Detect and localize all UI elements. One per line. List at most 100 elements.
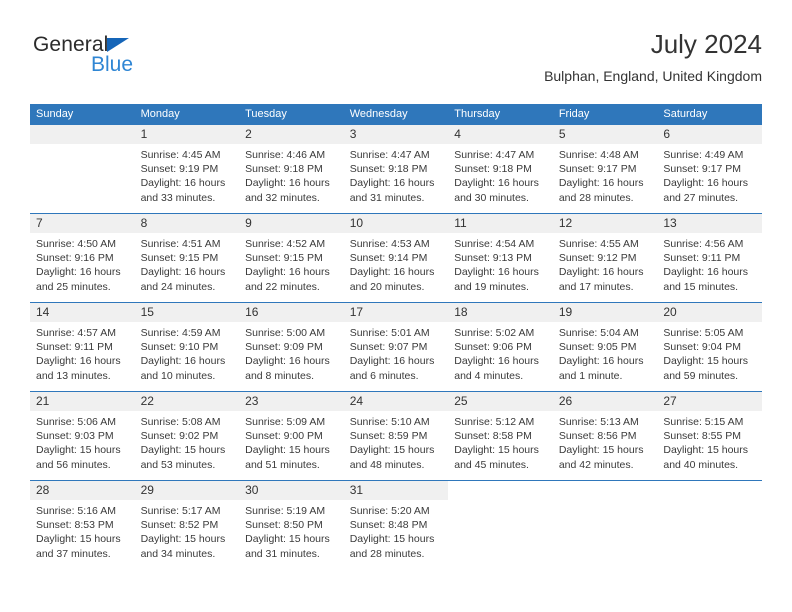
day-info: Sunrise: 5:09 AM Sunset: 9:00 PM Dayligh… [239,411,344,472]
day-number: 14 [30,303,135,322]
day-cell[interactable]: 6 Sunrise: 4:49 AM Sunset: 9:17 PM Dayli… [657,125,762,214]
page-header: General Blue July 2024 Bulphan, England,… [30,28,762,90]
sunrise-text: Sunrise: 4:48 AM [558,149,639,161]
day-cell[interactable]: 19 Sunrise: 5:04 AM Sunset: 9:05 PM Dayl… [552,302,658,392]
day-cell[interactable]: 12 Sunrise: 4:55 AM Sunset: 9:12 PM Dayl… [552,213,658,303]
day-cell[interactable]: 26 Sunrise: 5:13 AM Sunset: 8:56 PM Dayl… [552,391,658,481]
day-cell[interactable]: 1 Sunrise: 4:45 AM Sunset: 9:19 PM Dayli… [134,125,240,214]
daylight-text-line1: Daylight: 16 hours [454,266,539,279]
sunrise-text: Sunrise: 4:56 AM [663,238,744,250]
sunset-text: Sunset: 9:07 PM [349,341,428,354]
day-cell[interactable]: 9 Sunrise: 4:52 AM Sunset: 9:15 PM Dayli… [239,213,344,303]
daylight-text-line2: and 28 minutes. [349,547,425,560]
sunrise-text: Sunrise: 4:54 AM [454,238,535,250]
sunset-text: Sunset: 9:16 PM [36,252,114,265]
day-cell[interactable]: 20 Sunrise: 5:05 AM Sunset: 9:04 PM Dayl… [657,302,762,392]
day-cell[interactable]: 5 Sunrise: 4:48 AM Sunset: 9:17 PM Dayli… [552,125,658,214]
sunrise-text: Sunrise: 4:49 AM [663,149,744,161]
day-cell[interactable] [448,480,553,569]
sunset-text: Sunset: 8:55 PM [663,430,742,443]
day-info: Sunrise: 5:08 AM Sunset: 9:02 PM Dayligh… [135,411,240,472]
day-cell[interactable]: 27 Sunrise: 5:15 AM Sunset: 8:55 PM Dayl… [657,391,762,481]
sunrise-text: Sunrise: 5:19 AM [245,505,326,517]
daylight-text-line1: Daylight: 15 hours [454,444,539,457]
day-info: Sunrise: 5:04 AM Sunset: 9:05 PM Dayligh… [553,322,658,383]
sunset-text: Sunset: 8:53 PM [36,519,114,532]
day-cell[interactable]: 8 Sunrise: 4:51 AM Sunset: 9:15 PM Dayli… [134,213,240,303]
sunrise-text: Sunrise: 5:20 AM [349,505,430,517]
day-info: Sunrise: 4:48 AM Sunset: 9:17 PM Dayligh… [553,144,658,205]
daylight-text-line1: Daylight: 16 hours [558,355,644,368]
day-info: Sunrise: 5:15 AM Sunset: 8:55 PM Dayligh… [657,411,762,472]
day-cell[interactable]: 3 Sunrise: 4:47 AM Sunset: 9:18 PM Dayli… [343,125,449,214]
day-cell[interactable]: 17 Sunrise: 5:01 AM Sunset: 9:07 PM Dayl… [343,302,449,392]
daylight-text-line2: and 34 minutes. [140,547,216,560]
sunset-text: Sunset: 9:14 PM [349,252,428,265]
sunset-text: Sunset: 9:17 PM [663,163,742,176]
daylight-text-line1: Daylight: 15 hours [663,355,749,368]
day-cell[interactable]: 10 Sunrise: 4:53 AM Sunset: 9:14 PM Dayl… [343,213,449,303]
sunrise-text: Sunrise: 4:47 AM [349,149,430,161]
daylight-text-line2: and 13 minutes. [36,369,111,382]
day-info: Sunrise: 4:55 AM Sunset: 9:12 PM Dayligh… [553,233,658,294]
weekday-header-row: Sunday Monday Tuesday Wednesday Thursday… [30,104,762,125]
day-cell[interactable]: 11 Sunrise: 4:54 AM Sunset: 9:13 PM Dayl… [448,213,553,303]
day-info [30,144,135,148]
daylight-text-line2: and 24 minutes. [140,280,216,293]
calendar-week-row: 14 Sunrise: 4:57 AM Sunset: 9:11 PM Dayl… [30,302,762,392]
day-cell[interactable]: 23 Sunrise: 5:09 AM Sunset: 9:00 PM Dayl… [239,391,344,481]
day-cell[interactable]: 15 Sunrise: 4:59 AM Sunset: 9:10 PM Dayl… [134,302,240,392]
weekday-header-tuesday: Tuesday [239,104,344,125]
day-number: 31 [343,481,449,500]
daylight-text-line1: Daylight: 16 hours [663,177,749,190]
sunset-text: Sunset: 9:18 PM [349,163,428,176]
calendar-week-row: 21 Sunrise: 5:06 AM Sunset: 9:03 PM Dayl… [30,391,762,481]
day-info: Sunrise: 4:52 AM Sunset: 9:15 PM Dayligh… [239,233,344,294]
daylight-text-line2: and 42 minutes. [558,458,634,471]
daylight-text-line1: Daylight: 16 hours [36,355,121,368]
daylight-text-line2: and 17 minutes. [558,280,634,293]
day-info: Sunrise: 5:16 AM Sunset: 8:53 PM Dayligh… [30,500,135,561]
sunrise-text: Sunrise: 4:51 AM [140,238,221,250]
sunset-text: Sunset: 9:17 PM [558,163,637,176]
sunset-text: Sunset: 9:02 PM [140,430,219,443]
day-cell[interactable]: 16 Sunrise: 5:00 AM Sunset: 9:09 PM Dayl… [239,302,344,392]
day-cell[interactable] [657,480,762,569]
day-cell[interactable]: 2 Sunrise: 4:46 AM Sunset: 9:18 PM Dayli… [239,125,344,214]
day-cell[interactable]: 29 Sunrise: 5:17 AM Sunset: 8:52 PM Dayl… [134,480,240,569]
day-number: 23 [239,392,344,411]
day-cell[interactable]: 14 Sunrise: 4:57 AM Sunset: 9:11 PM Dayl… [30,302,135,392]
daylight-text-line1: Daylight: 15 hours [245,533,330,546]
day-cell[interactable] [30,125,135,214]
page-title: July 2024 [650,29,762,59]
day-cell[interactable]: 21 Sunrise: 5:06 AM Sunset: 9:03 PM Dayl… [30,391,135,481]
day-cell[interactable]: 7 Sunrise: 4:50 AM Sunset: 9:16 PM Dayli… [30,213,135,303]
day-cell[interactable]: 31 Sunrise: 5:20 AM Sunset: 8:48 PM Dayl… [343,480,449,569]
general-blue-logo[interactable]: General Blue [33,34,213,86]
day-cell[interactable]: 13 Sunrise: 4:56 AM Sunset: 9:11 PM Dayl… [657,213,762,303]
day-cell[interactable] [552,480,658,569]
sunset-text: Sunset: 9:19 PM [140,163,219,176]
sunrise-text: Sunrise: 5:04 AM [558,327,639,339]
day-number: 8 [134,214,240,233]
day-info: Sunrise: 4:46 AM Sunset: 9:18 PM Dayligh… [239,144,344,205]
sunset-text: Sunset: 8:59 PM [349,430,428,443]
day-cell[interactable]: 28 Sunrise: 5:16 AM Sunset: 8:53 PM Dayl… [30,480,135,569]
day-number: 21 [30,392,135,411]
day-number: 17 [343,303,449,322]
day-cell[interactable]: 25 Sunrise: 5:12 AM Sunset: 8:58 PM Dayl… [448,391,553,481]
day-cell[interactable]: 18 Sunrise: 5:02 AM Sunset: 9:06 PM Dayl… [448,302,553,392]
sunrise-text: Sunrise: 4:53 AM [349,238,430,250]
triangle-icon [107,38,130,52]
day-number: 7 [30,214,135,233]
sunrise-text: Sunrise: 5:08 AM [140,416,221,428]
day-cell[interactable]: 30 Sunrise: 5:19 AM Sunset: 8:50 PM Dayl… [239,480,344,569]
day-cell[interactable]: 24 Sunrise: 5:10 AM Sunset: 8:59 PM Dayl… [343,391,449,481]
sunset-text: Sunset: 9:04 PM [663,341,742,354]
day-info: Sunrise: 4:53 AM Sunset: 9:14 PM Dayligh… [344,233,449,294]
daylight-text-line2: and 27 minutes. [663,191,739,204]
day-cell[interactable]: 22 Sunrise: 5:08 AM Sunset: 9:02 PM Dayl… [134,391,240,481]
day-cell[interactable]: 4 Sunrise: 4:47 AM Sunset: 9:18 PM Dayli… [448,125,553,214]
day-info: Sunrise: 4:51 AM Sunset: 9:15 PM Dayligh… [135,233,240,294]
title-block: July 2024 Bulphan, England, United Kingd… [544,28,762,86]
